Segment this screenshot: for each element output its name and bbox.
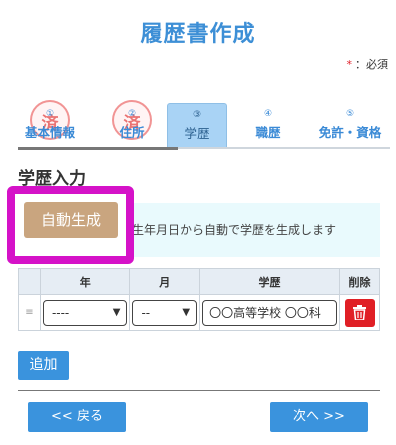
auto-generate-hint: ※生年月日から自動で学歴を生成します: [122, 223, 337, 237]
step-number: ②: [127, 109, 137, 119]
step-basic-info[interactable]: 済 ① 基本情報: [18, 100, 82, 147]
step-label: 住所: [119, 125, 145, 140]
step-address[interactable]: 済 ② 住所: [102, 100, 162, 147]
step-number: ③: [192, 110, 202, 120]
next-button[interactable]: 次へ >>: [270, 402, 368, 432]
delete-column-header: 削除: [339, 268, 380, 295]
required-star: *: [346, 58, 353, 71]
step-number: ⑤: [345, 109, 355, 119]
month-select[interactable]: -- ▼: [132, 299, 198, 326]
step-label: 学歴: [184, 126, 210, 141]
page-title: 履歴書作成: [140, 22, 256, 47]
add-row-button[interactable]: 追加: [18, 351, 69, 380]
year-column-header: 年: [39, 268, 131, 295]
required-note: * ：必須: [347, 56, 389, 72]
divider: [18, 390, 380, 391]
progress-fill: [18, 147, 178, 150]
school-input[interactable]: 〇〇高等学校 〇〇科: [202, 299, 337, 326]
step-label: 職歴: [255, 125, 281, 140]
handle-column-header: [18, 268, 41, 295]
step-number: ④: [263, 109, 273, 119]
drag-handle-icon[interactable]: ≡: [18, 294, 41, 331]
table-header-row: 年 月 学歴 削除: [18, 268, 380, 295]
step-work-history[interactable]: ④ 職歴: [240, 103, 296, 147]
step-number: ①: [45, 109, 55, 119]
step-label: 免許・資格: [318, 125, 382, 140]
education-table: 年 月 学歴 削除 ≡ ---- ▼ -- ▼ 〇〇高等学校 〇〇科: [18, 268, 380, 331]
auto-generate-button[interactable]: 自動生成: [24, 202, 118, 238]
table-row: ≡ ---- ▼ -- ▼ 〇〇高等学校 〇〇科: [18, 294, 380, 331]
school-column-header: 学歴: [199, 268, 340, 295]
step-education[interactable]: ③ 学歴: [167, 103, 227, 147]
chevron-down-icon: ▼: [112, 306, 121, 318]
chevron-down-icon: ▼: [182, 306, 191, 318]
month-column-header: 月: [129, 268, 201, 295]
step-label: 基本情報: [24, 125, 75, 140]
highlight-frame: 自動生成: [7, 186, 134, 264]
step-progress: 済 ① 基本情報 済 ② 住所 ③ 学歴 ④ 職歴 ⑤ 免許・資格: [18, 100, 390, 150]
trash-icon: [353, 305, 366, 321]
back-button[interactable]: << 戻る: [28, 402, 126, 432]
delete-row-button[interactable]: [344, 298, 375, 327]
year-select[interactable]: ---- ▼: [42, 299, 128, 326]
required-text: ：必須: [355, 58, 388, 71]
step-licenses[interactable]: ⑤ 免許・資格: [310, 103, 390, 147]
